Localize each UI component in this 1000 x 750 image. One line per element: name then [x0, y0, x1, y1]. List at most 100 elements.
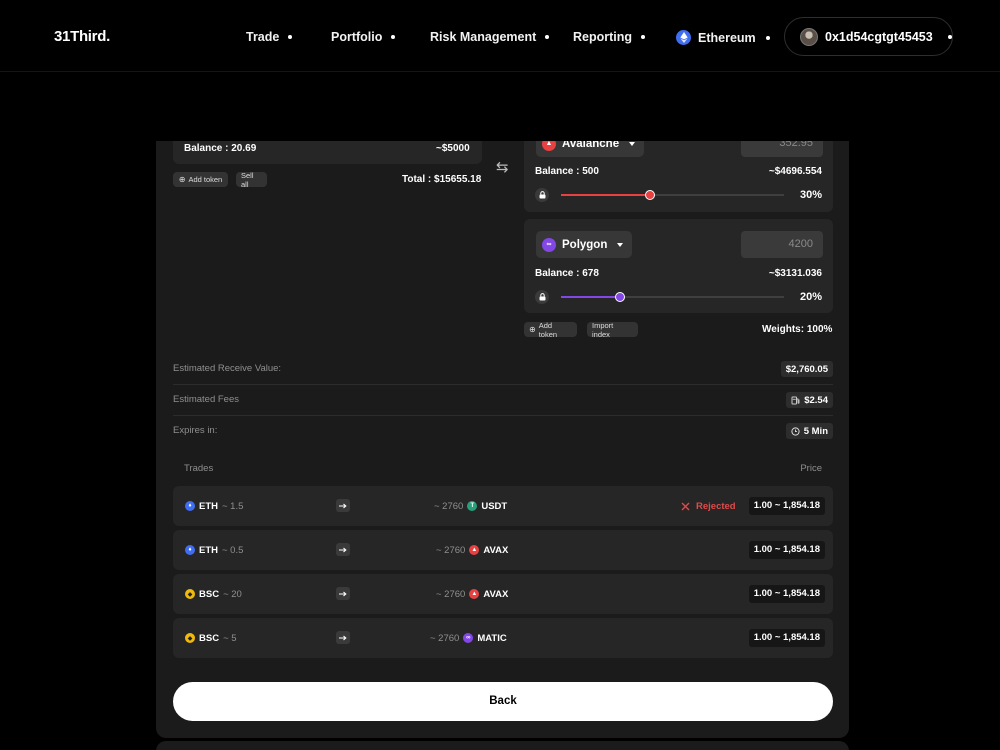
lock-icon[interactable]	[535, 290, 549, 304]
from-symbol: ETH	[199, 500, 218, 512]
table-row[interactable]: ◆ BSC ~ 5 ~ 2760 ∞ MATIC 1.00 ~ 1,854.18	[173, 618, 833, 658]
logo[interactable]: 31Third.	[54, 28, 110, 45]
wallet-dropdown-dot-icon	[947, 34, 952, 39]
weight-slider-avalanche[interactable]	[561, 190, 784, 200]
from-quantity: ~ 1.5	[222, 500, 244, 512]
token-select-avalanche[interactable]: ▲ Avalanche	[536, 141, 645, 157]
balance-polygon: Balance : 678	[535, 268, 599, 279]
back-button[interactable]: Back	[173, 682, 833, 721]
arrow-right-icon	[336, 587, 350, 600]
table-row[interactable]: ◆ BSC ~ 20 ~ 2760 ▲ AVAX 1.00 ~ 1,854.18	[173, 574, 833, 614]
trade-to: ~ 2760 ▲ AVAX	[436, 530, 508, 570]
wallet-button[interactable]: 0x1d54cgtgt45453	[784, 17, 953, 56]
close-icon	[681, 502, 690, 510]
usdt-icon: T	[467, 501, 478, 511]
nav-trade-label: Trade	[246, 30, 280, 44]
estimated-receive-row: Estimated Receive Value: $2,760.05	[173, 354, 833, 385]
matic-icon: ∞	[463, 633, 474, 643]
avatar	[800, 27, 818, 46]
nav-dropdown-dot-icon	[391, 35, 396, 39]
weight-slider-polygon[interactable]	[561, 292, 784, 302]
estimated-fees-row: Estimated Fees $2.54	[173, 385, 833, 416]
network-selector[interactable]: Ethereum	[676, 30, 770, 45]
add-token-label: Add token	[538, 320, 558, 339]
add-token-button[interactable]: ⊕ Add token	[173, 172, 228, 187]
usd-value-polygon: ~$3131.036	[768, 268, 822, 279]
estimated-receive-amount: $2,760.05	[785, 363, 828, 375]
to-symbol: USDT	[481, 500, 508, 512]
trade-price: 1.00 ~ 1,854.18	[748, 541, 825, 559]
arrow-right-icon	[336, 543, 350, 556]
avalanche-icon: ▲	[542, 141, 556, 151]
expires-value: 5 Min	[785, 423, 833, 439]
trade-to: ~ 2760 ∞ MATIC	[430, 618, 507, 658]
from-symbol: BSC	[199, 632, 220, 644]
status-label: Rejected	[696, 500, 736, 512]
import-index-button[interactable]: Import index	[587, 321, 638, 339]
balance-avalanche: Balance : 500	[535, 166, 599, 177]
ethereum-icon: ♦	[185, 501, 195, 511]
token-select-polygon[interactable]: ∞ Polygon	[536, 231, 633, 258]
from-quantity: ~ 5	[223, 632, 237, 644]
token-name-avalanche: Avalanche	[562, 141, 620, 150]
amount-input-avalanche[interactable]: 352.95	[741, 141, 823, 157]
sell-token-balance: Balance : 20.69	[184, 143, 257, 154]
next-panel-edge	[156, 741, 849, 750]
swap-arrows-icon[interactable]: ⇆	[496, 158, 509, 176]
price-column-header: Price	[800, 463, 822, 474]
clock-icon	[791, 426, 800, 436]
table-row[interactable]: ♦ ETH ~ 0.5 ~ 2760 ▲ AVAX 1.00 ~ 1,854.1…	[173, 530, 833, 570]
slider-fill	[561, 194, 651, 196]
sell-all-label: Sell all	[241, 170, 254, 189]
trade-from: ♦ ETH ~ 0.5	[185, 530, 243, 570]
from-quantity: ~ 0.5	[222, 544, 244, 556]
slider-handle[interactable]	[645, 190, 656, 200]
slider-handle[interactable]	[615, 292, 626, 302]
to-symbol: AVAX	[483, 544, 509, 556]
sell-token-usd-value: ~$5000	[436, 143, 470, 154]
trade-to: ~ 2760 T USDT	[434, 486, 507, 526]
top-navigation-bar: 31Third. Trade Portfolio Risk Management…	[0, 0, 1000, 72]
estimated-fees-label: Estimated Fees	[173, 394, 239, 405]
to-quantity: ~ 2760	[436, 544, 466, 556]
gas-pump-icon	[791, 396, 800, 404]
sell-total: Total : $15655.18	[402, 174, 482, 185]
add-token-button-buy[interactable]: ⊕ Add token	[524, 320, 577, 339]
arrow-right-icon	[336, 499, 350, 512]
weight-percent-avalanche: 30%	[799, 189, 822, 201]
nav-portfolio[interactable]: Portfolio	[331, 30, 396, 44]
avax-icon: ▲	[469, 545, 480, 555]
table-row[interactable]: ♦ ETH ~ 1.5 ~ 2760 T USDT Rejected 1.00 …	[173, 486, 833, 526]
expires-amount: 5 Min	[803, 425, 828, 437]
trade-from: ♦ ETH ~ 1.5	[185, 486, 243, 526]
wallet-address: 0x1d54cgtgt45453	[825, 29, 933, 44]
to-quantity: ~ 2760	[430, 632, 460, 644]
add-token-label: Add token	[188, 175, 223, 184]
trade-from: ◆ BSC ~ 5	[185, 618, 237, 658]
slider-fill	[561, 296, 621, 298]
nav-trade[interactable]: Trade	[246, 30, 293, 44]
to-symbol: AVAX	[483, 588, 509, 600]
nav-dropdown-dot-icon	[288, 35, 293, 39]
chevron-down-icon	[629, 141, 636, 146]
amount-input-polygon[interactable]: 4200	[741, 231, 823, 258]
nav-risk-management[interactable]: Risk Management	[430, 30, 550, 44]
from-symbol: ETH	[199, 544, 218, 556]
expires-label: Expires in:	[173, 425, 218, 436]
nav-reporting[interactable]: Reporting	[573, 30, 646, 44]
nav-portfolio-label: Portfolio	[331, 30, 383, 44]
estimated-receive-value: $2,760.05	[780, 361, 833, 377]
trade-price: 1.00 ~ 1,854.18	[748, 497, 825, 515]
nav-dropdown-dot-icon	[641, 35, 646, 39]
status-badge: Rejected	[681, 486, 736, 526]
ethereum-icon: ♦	[185, 545, 195, 555]
from-quantity: ~ 20	[223, 588, 242, 600]
bsc-icon: ◆	[185, 633, 195, 643]
weights-total: Weights: 100%	[762, 324, 833, 335]
lock-icon[interactable]	[535, 188, 549, 202]
nav-risk-management-label: Risk Management	[430, 30, 537, 44]
sell-all-button[interactable]: Sell all	[236, 170, 267, 189]
estimated-fees-value: $2.54	[786, 392, 833, 408]
usd-value-avalanche: ~$4696.554	[768, 166, 822, 177]
estimated-fees-amount: $2.54	[804, 394, 828, 406]
